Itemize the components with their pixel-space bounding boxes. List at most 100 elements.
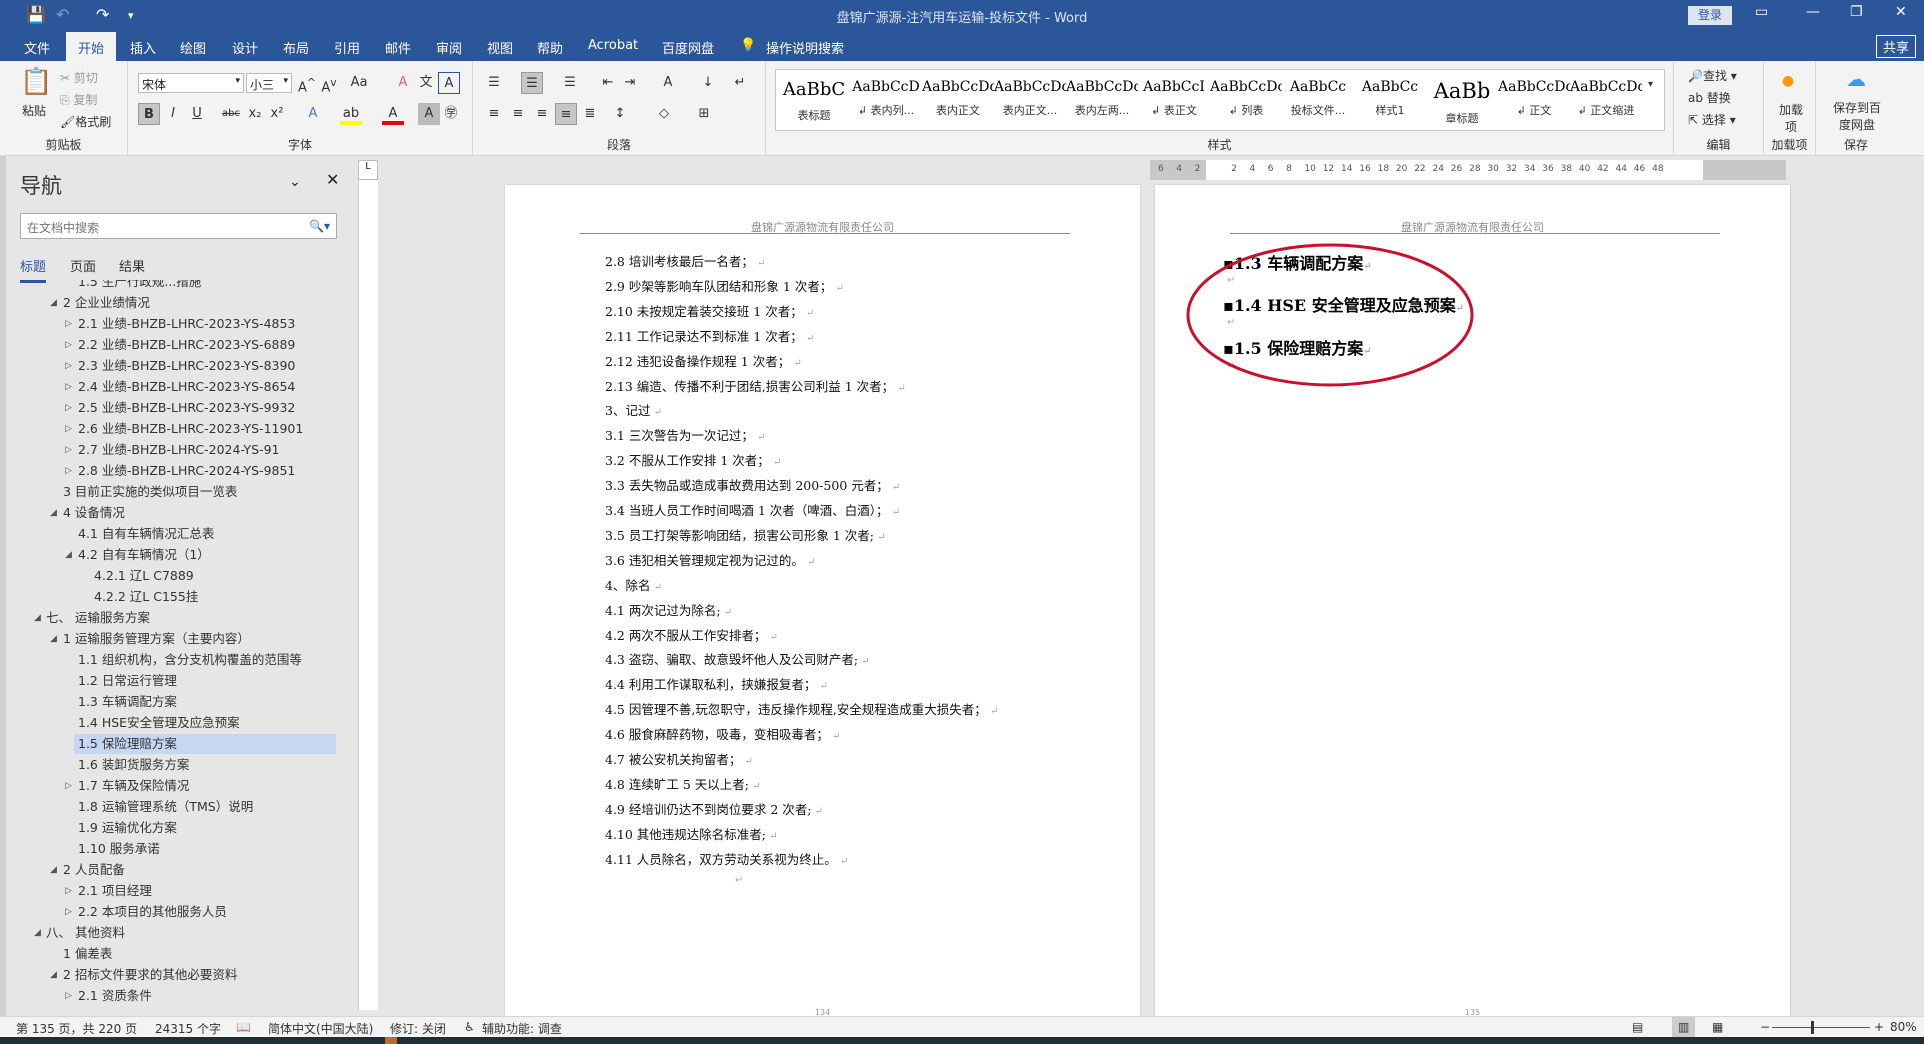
borders-icon[interactable]: ⊞ xyxy=(693,103,715,125)
collapsed-triangle-icon[interactable]: ▷ xyxy=(65,314,72,334)
underline-button[interactable]: U xyxy=(186,103,208,125)
expanded-triangle-icon[interactable]: ◢ xyxy=(50,860,57,880)
addins-icon[interactable]: ● xyxy=(1782,73,1794,89)
accessibility-status[interactable]: 辅助功能: 调查 xyxy=(482,1020,562,1037)
decrease-indent-icon[interactable]: ⇤ xyxy=(597,72,619,94)
select-button[interactable]: ⇱ 选择 ▾ xyxy=(1688,111,1736,128)
font-color-icon[interactable]: A xyxy=(382,103,404,125)
login-button[interactable]: 登录 xyxy=(1688,6,1732,25)
tab-headings[interactable]: 标题 xyxy=(20,256,47,283)
nav-heading-item[interactable]: 2.6 业绩-BHZB-LHRC-2023-YS-11901 ▷ xyxy=(6,419,355,439)
nav-heading-item[interactable]: 1.5 保险理赔方案 xyxy=(74,734,336,754)
nav-heading-item[interactable]: 1.10 服务承诺 xyxy=(6,839,355,859)
shading-icon[interactable]: ◇ xyxy=(653,103,675,125)
style-item[interactable]: AaBbCcI ↲ 表正文 xyxy=(1138,70,1210,118)
font-size-select[interactable]: 小三 ▾ xyxy=(246,73,292,93)
close-button[interactable]: ✕ xyxy=(1895,4,1907,20)
grow-font-icon[interactable]: A^ xyxy=(296,72,318,95)
close-icon[interactable]: ✕ xyxy=(326,170,339,189)
styles-more-icon[interactable]: ▾ xyxy=(1648,79,1653,90)
paste-icon[interactable]: 📋 xyxy=(20,67,52,97)
print-layout-icon[interactable]: ▥ xyxy=(1672,1017,1696,1037)
text-effects-icon[interactable]: A xyxy=(302,103,324,125)
style-item[interactable]: AaBbCcD ↲ 表内列... xyxy=(850,70,922,118)
collapsed-triangle-icon[interactable]: ▷ xyxy=(65,461,72,481)
font-name-select[interactable]: 宋体 ▾ xyxy=(138,73,244,93)
strikethrough-button[interactable]: abc xyxy=(220,103,242,125)
highlight-icon[interactable]: ab xyxy=(340,103,362,125)
zoom-slider-thumb[interactable] xyxy=(1811,1021,1814,1034)
style-item[interactable]: AaBbCcDc ↲ 列表 xyxy=(1210,70,1282,118)
style-item[interactable]: AaBbCcDdI 表内正文 xyxy=(922,70,994,118)
align-right-icon[interactable]: ≡ xyxy=(531,103,553,125)
baidu-cloud-icon[interactable]: ☁ xyxy=(1846,67,1866,91)
style-item[interactable]: AaBbCcDdI 表内正文... xyxy=(994,70,1066,118)
paste-button[interactable]: 粘贴 xyxy=(22,102,46,119)
bullets-icon[interactable]: ☰ xyxy=(483,72,505,94)
tab-draw[interactable]: 绘图 xyxy=(180,38,206,57)
collapsed-triangle-icon[interactable]: ▷ xyxy=(65,377,72,397)
tab-mailings[interactable]: 邮件 xyxy=(385,38,411,57)
style-item[interactable]: AaBbCcDdEe 表内左两... xyxy=(1066,70,1138,118)
style-item[interactable]: AaBbCcDdI ↲ 正文 xyxy=(1498,70,1570,118)
nav-heading-item[interactable]: 七、 运输服务方案 ◢ xyxy=(6,608,355,628)
char-border-icon[interactable]: A xyxy=(438,72,460,94)
nav-heading-item[interactable]: 1.3 车辆调配方案 xyxy=(6,692,355,712)
sort-icon[interactable]: ↓ xyxy=(697,72,719,94)
nav-heading-item[interactable]: 1.8 运输管理系统（TMS）说明 xyxy=(6,797,355,817)
page-count[interactable]: 第 135 页，共 220 页 xyxy=(16,1020,137,1037)
tab-acrobat[interactable]: Acrobat xyxy=(588,38,638,53)
distributed-icon[interactable]: ≣ xyxy=(579,103,601,125)
minimize-button[interactable]: — xyxy=(1806,4,1820,20)
zoom-out-button[interactable]: − xyxy=(1760,1020,1770,1034)
restore-button[interactable]: ❐ xyxy=(1850,4,1863,20)
addins-button[interactable]: 加载项 xyxy=(1778,101,1804,135)
nav-heading-item[interactable]: 2 招标文件要求的其他必要资料 ◢ xyxy=(6,965,355,985)
zoom-level[interactable]: 80% xyxy=(1890,1020,1917,1034)
expanded-triangle-icon[interactable]: ◢ xyxy=(50,629,57,649)
nav-search-input[interactable]: 在文档中搜索 🔍▾ xyxy=(20,213,337,239)
nav-heading-item[interactable]: 2.7 业绩-BHZB-LHRC-2024-YS-91 ▷ xyxy=(6,440,355,460)
nav-heading-item[interactable]: 2.8 业绩-BHZB-LHRC-2024-YS-9851 ▷ xyxy=(6,461,355,481)
tab-design[interactable]: 设计 xyxy=(232,38,258,57)
phonetic-guide-icon[interactable]: 文 xyxy=(415,72,437,94)
collapsed-triangle-icon[interactable]: ▷ xyxy=(65,335,72,355)
style-item[interactable]: AaBbC 表标题 xyxy=(778,70,850,123)
tab-references[interactable]: 引用 xyxy=(334,38,360,57)
tab-file[interactable]: 文件 xyxy=(24,38,50,57)
nav-heading-item[interactable]: 2.1 项目经理 ▷ xyxy=(6,881,355,901)
nav-heading-item[interactable]: 八、 其他资料 ◢ xyxy=(6,923,355,943)
nav-heading-item[interactable]: 2.5 业绩-BHZB-LHRC-2023-YS-9932 ▷ xyxy=(6,398,355,418)
tab-pages[interactable]: 页面 xyxy=(70,256,96,275)
nav-heading-item[interactable]: 1 运输服务管理方案（主要内容） ◢ xyxy=(6,629,355,649)
change-case-icon[interactable]: Aa xyxy=(348,72,370,94)
clear-format-icon[interactable]: A xyxy=(392,72,414,94)
char-shading-icon[interactable]: A xyxy=(418,103,440,125)
proofing-icon[interactable]: 📖 xyxy=(236,1020,251,1034)
tab-insert[interactable]: 插入 xyxy=(130,38,156,57)
show-marks-icon[interactable]: ↵ xyxy=(729,72,751,94)
style-item[interactable]: AaBbCc 投标文件... xyxy=(1282,70,1354,118)
search-icon[interactable]: 🔍▾ xyxy=(309,219,330,233)
tab-review[interactable]: 审阅 xyxy=(436,38,462,57)
char-scaling-icon[interactable]: A xyxy=(657,72,679,94)
expanded-triangle-icon[interactable]: ◢ xyxy=(65,545,72,565)
nav-heading-item[interactable]: 4.2.2 辽L C155挂 xyxy=(6,587,355,607)
expanded-triangle-icon[interactable]: ◢ xyxy=(50,503,57,523)
tab-view[interactable]: 视图 xyxy=(487,38,513,57)
nav-heading-item[interactable]: 1.2 日常运行管理 xyxy=(6,671,355,691)
nav-heading-item[interactable]: 2 企业业绩情况 ◢ xyxy=(6,293,355,313)
nav-heading-item[interactable]: 4.2.1 辽L C7889 xyxy=(6,566,355,586)
style-item[interactable]: AaBbCc 样式1 xyxy=(1354,70,1426,118)
nav-heading-item[interactable]: 4.1 自有车辆情况汇总表 xyxy=(6,524,355,544)
nav-heading-item[interactable]: 2.1 资质条件 ▷ xyxy=(6,986,355,1006)
nav-heading-item[interactable]: 1 偏差表 xyxy=(6,944,355,964)
track-changes[interactable]: 修订: 关闭 xyxy=(390,1020,446,1037)
align-left-icon[interactable]: ≡ xyxy=(483,103,505,125)
chevron-down-icon[interactable]: ⌄ xyxy=(289,174,301,190)
nav-heading-item[interactable]: 1.1 组织机构，含分支机构覆盖的范围等 xyxy=(6,650,355,670)
tell-me-search[interactable]: 操作说明搜索 xyxy=(766,38,844,57)
enclose-char-icon[interactable]: ㊫ xyxy=(440,103,462,125)
nav-heading-item[interactable]: 1.9 运输优化方案 xyxy=(6,818,355,838)
align-center-icon[interactable]: ≡ xyxy=(507,103,529,125)
